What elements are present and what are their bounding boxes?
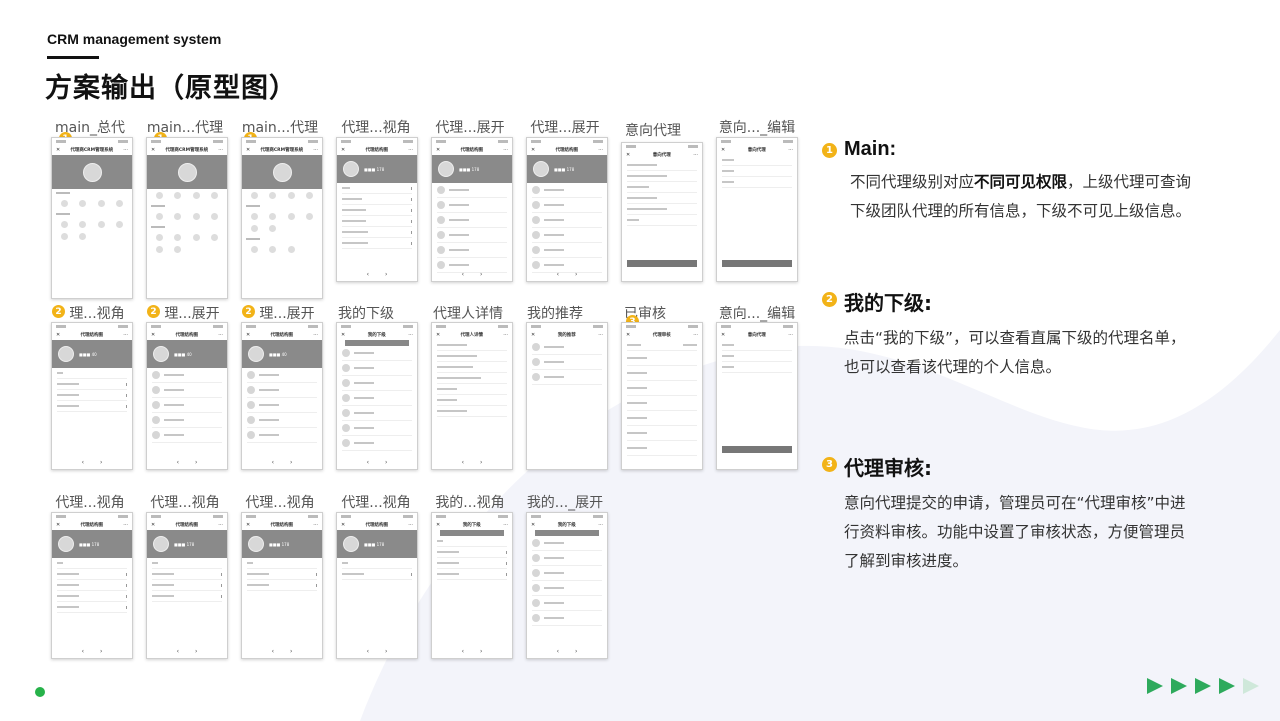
phone-intent-agent: ✕ 意向代理 ··· — [621, 142, 703, 282]
phone-main-agent: ✕ 代理商CRM管理系统 ··· — [146, 137, 228, 299]
frame-label: 已审核 — [624, 306, 666, 322]
frame-label: main_总代 — [55, 120, 125, 136]
frame-label: 代理...视角 — [150, 495, 220, 511]
section-title-subordinates: 我的下级: — [844, 291, 932, 315]
phone-agent-view: ✕ 代理结构图 ··· ■■■ 178 ‹ › — [336, 137, 418, 282]
phone-agent-view-5: ✕ 代理结构图 ··· ■■■ 178 ‹ › — [336, 512, 418, 659]
phone-main-general-agent: ✕ 代理商CRM管理系统 ··· — [51, 137, 133, 299]
avatar — [248, 536, 264, 552]
step-badge: 2 — [147, 305, 160, 318]
phone-my-referrals: ✕ 我的推荐 ··· — [526, 322, 608, 470]
avatar — [82, 162, 102, 182]
body-text: 意向代理提交的申请，管理员可在“代理审核”中进 — [844, 494, 1186, 512]
phone-my-view: ✕ 我的下级 ··· ‹ › — [431, 512, 513, 659]
frame-label: 我的..._展开 — [526, 495, 604, 511]
avatar — [438, 161, 454, 177]
avatar — [343, 161, 359, 177]
section-body-subordinates: 点击“我的下级”，可以查看直属下级的代理名单， 也可以查看该代理的个人信息。 — [844, 324, 1186, 382]
arrow-right-icon — [1219, 678, 1235, 694]
phone-sub-expand: ✕ 代理结构图 ··· ■■■ 40 ‹ › — [146, 322, 228, 470]
step-number-badge: 3 — [822, 457, 837, 472]
avatar — [153, 536, 169, 552]
step-badge: 2 — [242, 305, 255, 318]
frame-label: 我的推荐 — [527, 306, 583, 322]
frame-label: 理...展开 — [259, 306, 315, 322]
frame-label: 代理...展开 — [435, 120, 505, 136]
avatar — [177, 162, 197, 182]
frame-label: 代理...展开 — [530, 120, 600, 136]
frame-label: 意向..._编辑 — [718, 306, 796, 322]
phone-agent-view-4: ✕ 代理结构图 ··· ■■■ 178 ‹ › — [241, 512, 323, 659]
avatar — [533, 161, 549, 177]
phone-my-expand: ✕ 我的下级 ··· ‹ › — [526, 512, 608, 659]
step-number-badge: 2 — [822, 292, 837, 307]
prototype-grid: main_总代 main...代理 main...代理 代理...视角 代理..… — [0, 0, 820, 721]
frame-label: 代理人详情 — [433, 306, 503, 322]
phone-agent-expand-2: ✕ 代理结构图 ··· ■■■ 178 ‹ › — [526, 137, 608, 282]
phone-agent-view-2: ✕ 代理结构图 ··· ■■■ 178 ‹ › — [51, 512, 133, 659]
section-body-main: 不同代理级别对应不同可见权限，上级代理可查询 下级团队代理的所有信息，下级不可见… — [850, 168, 1191, 226]
body-emphasis: 不同可见权限 — [974, 173, 1068, 191]
frame-label: 意向..._编辑 — [718, 120, 796, 136]
arrow-right-icon — [1195, 678, 1211, 694]
frame-label: 代理...视角 — [341, 495, 411, 511]
body-text: ，上级代理可查询 — [1067, 173, 1192, 191]
body-text: 不同代理级别对应 — [850, 173, 975, 191]
frame-label: 意向代理 — [625, 123, 681, 139]
status-dot — [35, 687, 45, 697]
avatar — [58, 346, 74, 362]
phone-agent-expand: ✕ 代理结构图 ··· ■■■ 178 ‹ › — [431, 137, 513, 282]
body-text: 也可以查看该代理的个人信息。 — [844, 358, 1062, 376]
frame-label: 我的...视角 — [435, 495, 505, 511]
body-text: 了解到审核进度。 — [844, 552, 969, 570]
body-text: 点击“我的下级”，可以查看直属下级的代理名单， — [844, 329, 1186, 347]
phone-reviewed: ✕ 代理审核 ··· — [621, 322, 703, 470]
frame-label: 代理...视角 — [341, 120, 411, 136]
arrow-right-icon — [1243, 678, 1259, 694]
avatar — [343, 536, 359, 552]
frame-label: 代理...视角 — [245, 495, 315, 511]
frame-label: 我的下级 — [338, 306, 394, 322]
phone-agent-view-3: ✕ 代理结构图 ··· ■■■ 178 ‹ › — [146, 512, 228, 659]
body-text: 行资料审核。功能中设置了审核状态，方便管理员 — [844, 523, 1186, 541]
frame-label: 理...视角 — [69, 306, 125, 322]
arrow-right-icon — [1171, 678, 1187, 694]
avatar — [248, 346, 264, 362]
body-text: 下级团队代理的所有信息，下级不可见上级信息。 — [850, 202, 1192, 220]
section-title-main: Main: — [844, 138, 897, 160]
phone-my-subordinates: ✕ 我的下级 ··· ‹ › — [336, 322, 418, 470]
phone-sub-expand-2: ✕ 代理结构图 ··· ■■■ 40 ‹ › — [241, 322, 323, 470]
phone-main-agent-2: ✕ 代理商CRM管理系统 ··· — [241, 137, 323, 299]
step-number-badge: 1 — [822, 143, 837, 158]
phone-sub-view: ✕ 代理结构图 ··· ■■■ 40 ‹ › — [51, 322, 133, 470]
avatar — [58, 536, 74, 552]
frame-label: 理...展开 — [164, 306, 220, 322]
frame-label: 代理...视角 — [55, 495, 125, 511]
avatar — [272, 162, 292, 182]
phone-intent-edit: ✕ 意向代理 ··· — [716, 137, 798, 282]
section-title-review: 代理审核: — [844, 456, 932, 480]
frame-label: main...代理 — [146, 120, 224, 136]
arrow-right-icon — [1147, 678, 1163, 694]
phone-intent-edit-2: ✕ 意向代理 ··· — [716, 322, 798, 470]
phone-agent-detail: ✕ 代理人详情 ··· ‹ › — [431, 322, 513, 470]
step-badge: 2 — [52, 305, 65, 318]
next-arrows[interactable] — [1147, 678, 1259, 694]
section-body-review: 意向代理提交的申请，管理员可在“代理审核”中进 行资料审核。功能中设置了审核状态… — [844, 489, 1186, 576]
avatar — [153, 346, 169, 362]
